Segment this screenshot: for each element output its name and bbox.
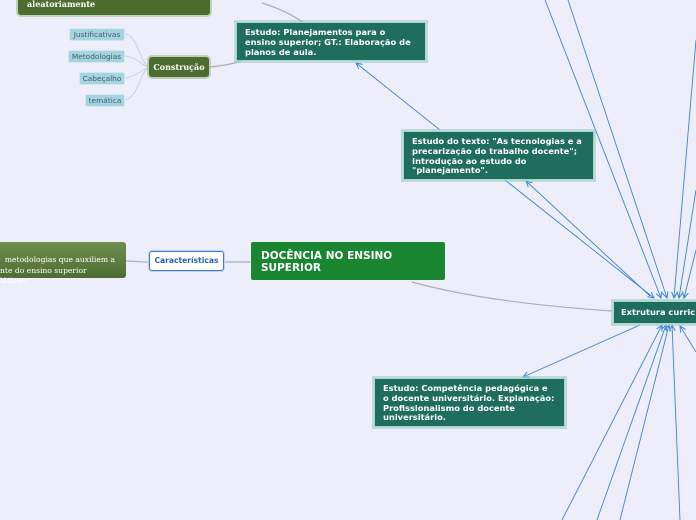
- topic-estudo-competencia-label: Estudo: Competência pedagógica e o docen…: [383, 383, 555, 423]
- central-topic[interactable]: DOCÊNCIA NO ENSINO SUPERIOR: [251, 242, 445, 280]
- tag-metodologias-label: Metodologias: [71, 52, 122, 61]
- node-caracteristicas-label: Características: [154, 256, 219, 265]
- topic-estudo-tecnologias[interactable]: Estudo do texto: "As tecnologias e a pre…: [403, 131, 594, 180]
- node-aleatoriamente[interactable]: aleatoriamente: [18, 0, 210, 15]
- node-caracteristicas[interactable]: Características: [149, 251, 224, 271]
- topic-estudo-planejamentos[interactable]: Estudo: Planejamentos para o ensino supe…: [236, 22, 426, 61]
- topic-extrutura-curricular[interactable]: Extrutura curric: [613, 301, 696, 324]
- node-metodologias-fragment[interactable]: metodologias que auxiliem a nte do ensin…: [0, 242, 126, 285]
- node-construcao[interactable]: Construção: [149, 57, 209, 77]
- tag-cabecalho-label: Cabeçalho: [82, 74, 122, 83]
- topic-estudo-planejamentos-label: Estudo: Planejamentos para o ensino supe…: [245, 27, 411, 57]
- tag-metodologias[interactable]: Metodologias: [68, 50, 125, 63]
- topic-extrutura-curricular-label: Extrutura curric: [621, 307, 696, 317]
- tag-tematica-label: temática: [88, 96, 122, 105]
- topic-estudo-competencia[interactable]: Estudo: Competência pedagógica e o docen…: [374, 378, 565, 427]
- construcao-connectors: [124, 33, 149, 101]
- central-topic-label: DOCÊNCIA NO ENSINO SUPERIOR: [261, 250, 393, 274]
- tag-justificativas-label: Justificativas: [73, 30, 121, 39]
- tag-justificativas[interactable]: Justificativas: [69, 28, 125, 41]
- node-construcao-label: Construção: [153, 62, 205, 72]
- topic-estudo-tecnologias-label: Estudo do texto: "As tecnologias e a pre…: [412, 136, 582, 176]
- tag-tematica[interactable]: temática: [85, 94, 125, 107]
- tag-cabecalho[interactable]: Cabeçalho: [79, 72, 125, 85]
- node-aleatoriamente-label: aleatoriamente: [27, 0, 96, 9]
